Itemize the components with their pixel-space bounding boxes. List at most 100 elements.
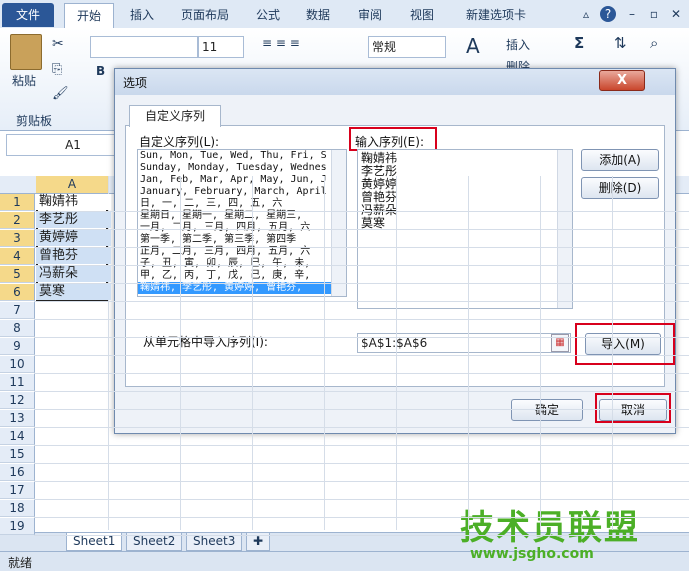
font-size-box[interactable]: 11: [198, 36, 244, 58]
tab-home[interactable]: 开始: [64, 3, 114, 29]
import-range-input[interactable]: $A$1:$A$6: [357, 333, 571, 353]
custom-lists-scrollbar[interactable]: [331, 150, 346, 296]
grid-line: [324, 176, 325, 530]
dialog-close-button[interactable]: X: [599, 70, 645, 91]
cell-a1[interactable]: 鞠婧祎: [36, 194, 111, 210]
number-format-value: 常规: [372, 40, 397, 54]
custom-lists-label: 自定义序列(L):: [139, 135, 220, 149]
custom-list-item[interactable]: Sunday, Monday, Tuesday, Wednes: [138, 162, 346, 174]
clipboard-group-label: 剪贴板: [16, 114, 53, 128]
highlight-cancel-button: [595, 393, 671, 423]
row-header[interactable]: 9: [0, 338, 35, 355]
cell-a2[interactable]: 李艺彤: [36, 212, 111, 228]
row-header[interactable]: 19: [0, 518, 35, 535]
paste-icon[interactable]: [10, 34, 42, 70]
grid-line: [468, 176, 469, 530]
sort-icon[interactable]: ⇅: [614, 34, 627, 52]
restore-icon[interactable]: ▫: [646, 6, 662, 22]
cell-a5[interactable]: 冯薪朵: [36, 266, 111, 282]
grid-line: [34, 301, 689, 302]
row-header[interactable]: 13: [0, 410, 35, 427]
tab-formulas[interactable]: 公式: [248, 3, 288, 27]
cell-a4[interactable]: 曾艳芬: [36, 248, 111, 264]
import-label: 从单元格中导入序列(I):: [143, 335, 268, 349]
row-header[interactable]: 6: [0, 284, 35, 301]
column-header-a[interactable]: A: [36, 176, 108, 193]
custom-lists-box[interactable]: Sun, Mon, Tue, Wed, Thu, Fri, S Sunday, M…: [137, 149, 347, 297]
grid-line: [34, 229, 689, 230]
tab-review[interactable]: 审阅: [350, 3, 390, 27]
row-header[interactable]: 16: [0, 464, 35, 481]
custom-list-item[interactable]: Sun, Mon, Tue, Wed, Thu, Fri, S: [138, 150, 346, 162]
grid-line: [34, 337, 689, 338]
copy-icon[interactable]: ⎘: [52, 62, 62, 77]
close-workbook-icon[interactable]: ✕: [668, 6, 684, 22]
row-header[interactable]: 8: [0, 320, 35, 337]
custom-list-item[interactable]: 甲, 乙, 丙, 丁, 戊, 己, 庚, 辛,: [138, 270, 346, 282]
cut-icon[interactable]: ✂: [52, 36, 64, 52]
row-header[interactable]: 15: [0, 446, 35, 463]
custom-list-item[interactable]: Jan, Feb, Mar, Apr, May, Jun, J: [138, 174, 346, 186]
row-header[interactable]: 1: [0, 194, 35, 211]
tab-data[interactable]: 数据: [298, 3, 338, 27]
collapse-ribbon-icon[interactable]: ▵: [578, 6, 594, 22]
row-header[interactable]: 12: [0, 392, 35, 409]
ribbon-tab-bar: 文件 开始 插入 页面布局 公式 数据 审阅 视图 新建选项卡 ▵ ? – ▫ …: [0, 0, 689, 29]
watermark-url: www.jsgho.com: [470, 546, 594, 562]
custom-list-item[interactable]: 日, 一, 二, 三, 四, 五, 六: [138, 198, 346, 210]
styles-icon[interactable]: A: [466, 34, 480, 58]
paste-label[interactable]: 粘贴: [12, 72, 36, 89]
bold-icon[interactable]: B: [96, 64, 105, 78]
number-format-box[interactable]: 常规: [368, 36, 446, 58]
grid-line: [34, 319, 689, 320]
row-header[interactable]: 5: [0, 266, 35, 283]
tab-view[interactable]: 视图: [402, 3, 442, 27]
tab-new[interactable]: 新建选项卡: [456, 3, 536, 27]
grid-line: [34, 481, 689, 482]
grid-line: [34, 391, 689, 392]
tab-file[interactable]: 文件: [2, 3, 54, 27]
grid-line: [396, 176, 397, 530]
grid-line: [34, 517, 689, 518]
row-header[interactable]: 10: [0, 356, 35, 373]
grid-line: [34, 247, 689, 248]
custom-list-item[interactable]: 一月, 二月, 三月, 四月, 五月, 六: [138, 222, 346, 234]
row-header[interactable]: 3: [0, 230, 35, 247]
row-header[interactable]: 18: [0, 500, 35, 517]
dialog-titlebar: [115, 69, 675, 95]
custom-list-item[interactable]: 第一季, 第二季, 第三季, 第四季: [138, 234, 346, 246]
custom-list-item[interactable]: 子, 丑, 寅, 卯, 辰, 巳, 午, 未,: [138, 258, 346, 270]
grid-line: [540, 176, 541, 530]
cell-a3[interactable]: 黄婷婷: [36, 230, 111, 246]
cell-a6[interactable]: 莫寒: [36, 284, 111, 300]
font-name-box[interactable]: [90, 36, 198, 58]
row-header[interactable]: 14: [0, 428, 35, 445]
format-painter-icon[interactable]: 🖌: [52, 86, 69, 101]
grid-line: [34, 427, 689, 428]
tab-page-layout[interactable]: 页面布局: [172, 3, 238, 27]
grid-line: [34, 499, 689, 500]
row-header[interactable]: 7: [0, 302, 35, 319]
find-icon[interactable]: ⌕: [650, 34, 658, 52]
row-header[interactable]: 11: [0, 374, 35, 391]
delete-button[interactable]: 删除(D): [581, 177, 659, 199]
highlight-import-button: [575, 323, 675, 365]
align-icon[interactable]: ≡ ≡ ≡: [262, 36, 300, 50]
tab-custom-lists[interactable]: 自定义序列: [129, 105, 221, 127]
grid-line: [252, 176, 253, 530]
status-text: 就绪: [8, 556, 33, 570]
add-button[interactable]: 添加(A): [581, 149, 659, 171]
tab-insert[interactable]: 插入: [122, 3, 162, 27]
row-header[interactable]: 17: [0, 482, 35, 499]
custom-list-item[interactable]: January, February, March, April: [138, 186, 346, 198]
grid-line: [34, 409, 689, 410]
dialog-title: 选项: [123, 76, 148, 90]
minimize-icon[interactable]: –: [624, 6, 640, 22]
grid-line: [34, 265, 689, 266]
sum-icon[interactable]: Σ: [574, 34, 584, 52]
help-icon[interactable]: ?: [600, 6, 616, 22]
row-header[interactable]: 4: [0, 248, 35, 265]
row-header[interactable]: 2: [0, 212, 35, 229]
insert-cells-button[interactable]: 插入: [506, 36, 530, 53]
ok-button[interactable]: 确定: [511, 399, 583, 421]
